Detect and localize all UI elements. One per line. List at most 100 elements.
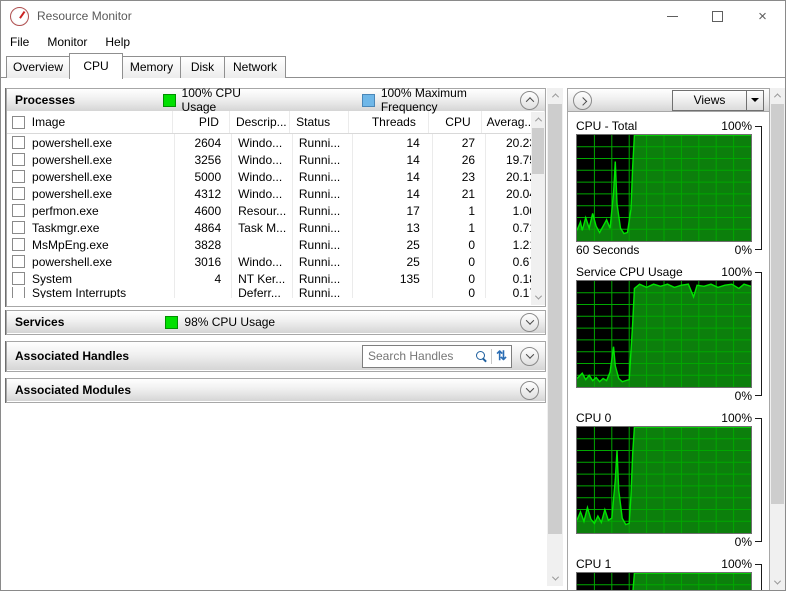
search-icon[interactable]: [476, 350, 486, 360]
table-row[interactable]: Taskmgr.exe 4864 Task M... Runni... 13 1 0.71: [7, 219, 545, 236]
resource-monitor-window: Resource Monitor × File Monitor Help Ove…: [0, 0, 786, 591]
cell-cpu: 1: [433, 202, 487, 219]
right-scroll-thumb[interactable]: [771, 104, 784, 504]
cell-pid: 4: [175, 270, 233, 287]
table-row[interactable]: MsMpEng.exe 3828 Runni... 25 0 1.21: [7, 236, 545, 253]
row-checkbox[interactable]: [12, 221, 26, 234]
left-scroll-down-button[interactable]: [547, 571, 563, 586]
search-handles-input[interactable]: [363, 347, 475, 365]
tab-network[interactable]: Network: [224, 56, 286, 78]
associated-handles-section: Associated Handles ⇅: [6, 341, 546, 372]
column-header-image[interactable]: Image: [30, 111, 174, 133]
cell-cpu: 0: [433, 270, 487, 287]
chart-max-label: 100%: [721, 119, 752, 133]
chevron-down-icon: [551, 573, 559, 581]
right-panel-scrollbar[interactable]: [770, 88, 785, 590]
table-row[interactable]: powershell.exe 5000 Windo... Runni... 14 23 20…: [7, 168, 545, 185]
row-checkbox[interactable]: [12, 170, 26, 183]
menu-item-help[interactable]: Help: [96, 35, 139, 49]
associated-modules-section: Associated Modules: [6, 378, 546, 403]
tab-cpu[interactable]: CPU: [69, 53, 123, 79]
row-checkbox[interactable]: [12, 136, 26, 149]
expand-services-button[interactable]: [520, 312, 539, 332]
table-row[interactable]: powershell.exe 3256 Windo... Runni... 14 26 19…: [7, 151, 545, 168]
associated-handles-header: Associated Handles ⇅: [7, 342, 545, 370]
row-checkbox[interactable]: [12, 187, 26, 200]
chevron-up-icon: [551, 93, 559, 101]
row-checkbox[interactable]: [12, 204, 26, 217]
process-table-scrollbar[interactable]: [531, 112, 545, 305]
table-row[interactable]: powershell.exe 2604 Windo... Runni... 14 27 20…: [7, 134, 545, 151]
column-header-status[interactable]: Status: [290, 111, 350, 133]
cell-threads: 13: [353, 219, 433, 236]
column-header-description[interactable]: Descrip...: [230, 111, 291, 133]
row-checkbox[interactable]: [12, 287, 26, 298]
cell-image: Taskmgr.exe: [30, 219, 176, 236]
chevron-up-icon: [534, 117, 542, 125]
column-header-threads[interactable]: Threads: [349, 111, 429, 133]
cell-pid: 4600: [175, 202, 233, 219]
cell-cpu: 27: [433, 134, 487, 151]
cell-threads: 14: [353, 151, 433, 168]
collapse-processes-button[interactable]: [520, 90, 539, 110]
chevron-down-icon: [534, 292, 542, 300]
row-checkbox[interactable]: [12, 238, 26, 251]
expand-modules-button[interactable]: [520, 380, 539, 400]
cell-status: Runni...: [293, 270, 353, 287]
minimize-button[interactable]: [650, 1, 695, 31]
cell-pid: 5000: [175, 168, 233, 185]
tab-overview[interactable]: Overview: [6, 56, 70, 78]
cell-status: Runni...: [293, 134, 353, 151]
cell-status: Runni...: [293, 202, 353, 219]
column-header-cpu[interactable]: CPU: [429, 111, 482, 133]
cell-check: [7, 253, 30, 270]
cell-status: Runni...: [293, 185, 353, 202]
menu-item-file[interactable]: File: [1, 35, 38, 49]
chart-min-label: 0%: [734, 243, 752, 257]
chart-block: CPU 1100%0%: [576, 556, 765, 590]
maximize-button[interactable]: [695, 1, 740, 31]
select-all-checkbox[interactable]: [11, 115, 25, 129]
column-header-pid[interactable]: PID: [173, 111, 230, 133]
close-button[interactable]: ×: [740, 1, 785, 31]
table-row[interactable]: System Interrupts Deferr... Runni... 0 0.17: [7, 287, 545, 298]
services-section: Services 98% CPU Usage: [6, 310, 546, 335]
chart-range-bracket: [755, 418, 762, 542]
left-panel-scrollbar[interactable]: [547, 88, 563, 586]
table-scroll-thumb[interactable]: [532, 128, 544, 174]
views-button[interactable]: Views: [672, 89, 764, 111]
cell-image: perfmon.exe: [30, 202, 176, 219]
associated-handles-title: Associated Handles: [15, 349, 130, 363]
left-scroll-thumb[interactable]: [548, 104, 562, 534]
table-row[interactable]: perfmon.exe 4600 Resour... Runni... 17 1 1.00: [7, 202, 545, 219]
collapse-graph-panel-button[interactable]: [573, 90, 592, 110]
refresh-search-icon[interactable]: ⇅: [492, 347, 511, 365]
cell-image: powershell.exe: [30, 151, 176, 168]
table-scroll-down-button[interactable]: [531, 290, 545, 305]
table-row[interactable]: powershell.exe 4312 Windo... Runni... 14 21 20…: [7, 185, 545, 202]
chart-canvas: [576, 426, 752, 534]
table-row[interactable]: powershell.exe 3016 Windo... Runni... 25 0 0.6…: [7, 253, 545, 270]
expand-handles-button[interactable]: [520, 346, 539, 366]
cell-cpu: 26: [433, 151, 487, 168]
right-scroll-down-button[interactable]: [770, 575, 785, 590]
tab-memory[interactable]: Memory: [122, 56, 181, 78]
right-scroll-up-button[interactable]: [770, 88, 785, 103]
cell-image: powershell.exe: [30, 134, 176, 151]
chart-range-bracket: [755, 564, 762, 590]
tab-disk[interactable]: Disk: [180, 56, 225, 78]
chart-max-label: 100%: [721, 265, 752, 279]
row-checkbox[interactable]: [12, 272, 26, 285]
menu-item-monitor[interactable]: Monitor: [38, 35, 96, 49]
row-checkbox[interactable]: [12, 153, 26, 166]
views-dropdown-arrow[interactable]: [746, 90, 763, 110]
chevron-up-icon: [773, 93, 782, 101]
window-controls: ×: [650, 1, 785, 31]
row-checkbox[interactable]: [12, 255, 26, 268]
chevron-right-icon: [578, 97, 587, 106]
table-scroll-up-button[interactable]: [531, 112, 545, 127]
table-row[interactable]: System 4 NT Ker... Runni... 135 0 0.18: [7, 270, 545, 287]
cell-status: Runni...: [293, 219, 353, 236]
left-scroll-up-button[interactable]: [547, 88, 563, 103]
cell-desc: [232, 236, 293, 253]
